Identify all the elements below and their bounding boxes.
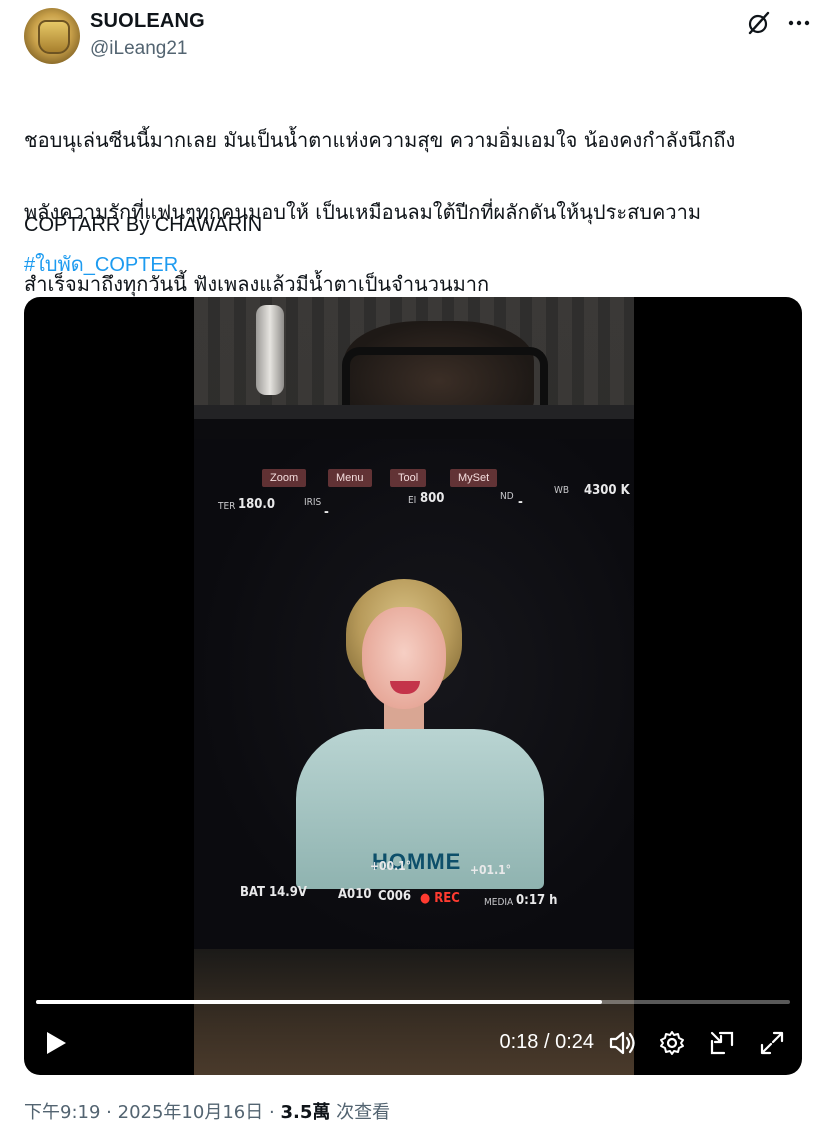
microphone-image <box>256 305 284 395</box>
hud-wb-value: 4300 K <box>584 483 630 498</box>
hud-media-value: 0:17 h <box>516 893 558 908</box>
hud-ei-value: 800 <box>420 491 445 506</box>
more-icon[interactable] <box>786 10 812 36</box>
video-time: 0:18 / 0:24 <box>499 1031 594 1053</box>
separator: · <box>106 1102 112 1123</box>
hashtag-link[interactable]: #ใบพัด_COPTER <box>24 248 178 280</box>
hud-iris-label: IRIS <box>304 497 322 508</box>
picture-in-picture-icon[interactable] <box>704 1025 740 1061</box>
tweet-credit: COPTARR By CHAWARIN <box>24 214 263 236</box>
display-name[interactable]: SUOLEANG <box>90 10 205 33</box>
hud-iris-value: - <box>324 505 329 520</box>
video-frame: Zoom Menu Tool MySet TER 180.0 IRIS - EI… <box>194 297 634 1075</box>
video-player[interactable]: Zoom Menu Tool MySet TER 180.0 IRIS - EI… <box>24 297 802 1075</box>
separator: · <box>268 1102 275 1123</box>
hud-wb-label: WB <box>554 485 570 496</box>
hud-menu-item: Zoom <box>262 469 307 487</box>
hud-battery: BAT 14.9V <box>240 885 307 900</box>
video-controls: 0:18 / 0:24 <box>24 1025 802 1065</box>
tweet-time[interactable]: 下午9:19 <box>24 1102 100 1123</box>
hud-menu-item: MySet <box>450 469 498 487</box>
hud-nd-label: ND <box>500 491 514 502</box>
user-handle[interactable]: @iLeang21 <box>90 38 187 60</box>
avatar[interactable] <box>24 8 80 64</box>
tweet-date[interactable]: 2025年10月16日 <box>118 1102 264 1123</box>
volume-icon[interactable] <box>604 1025 640 1061</box>
settings-icon[interactable] <box>654 1025 690 1061</box>
views-label: 次查看 <box>336 1102 391 1123</box>
hud-tilt-left: +00.1° <box>370 859 412 873</box>
hud-clip-a: A010 <box>338 887 372 902</box>
hud-ei-label: EI <box>408 495 417 506</box>
tweet-text-line: ชอบนุเล่นซีนนี้มากเลย มันเป็นน้ำตาแห่งคว… <box>24 128 736 152</box>
hud-menu-item: Menu <box>328 469 372 487</box>
video-progress-fill <box>36 1000 602 1004</box>
tweet-meta: 下午9:19 · 2025年10月16日 · 3.5萬 次查看 <box>24 1098 390 1124</box>
hud-shutter-value: 180.0 <box>238 497 275 512</box>
hud-tilt-right: +01.1° <box>470 863 512 877</box>
hud-shutter-label: TER <box>218 501 236 512</box>
hud-menu-item: Tool <box>390 469 427 487</box>
video-progress-bar[interactable] <box>36 1000 790 1004</box>
hud-nd-value: - <box>518 495 523 510</box>
views-count: 3.5萬 <box>280 1102 331 1123</box>
grok-icon[interactable] <box>746 10 772 36</box>
fullscreen-icon[interactable] <box>754 1025 790 1061</box>
tweet-header: SUOLEANG @iLeang21 <box>24 8 812 64</box>
hud-rec-indicator: ● REC <box>420 891 460 906</box>
camera-monitor: Zoom Menu Tool MySet TER 180.0 IRIS - EI… <box>194 405 634 963</box>
hud-media-label: MEDIA <box>484 897 514 908</box>
hud-clip-c: C006 <box>378 889 411 904</box>
play-icon[interactable] <box>38 1025 74 1061</box>
